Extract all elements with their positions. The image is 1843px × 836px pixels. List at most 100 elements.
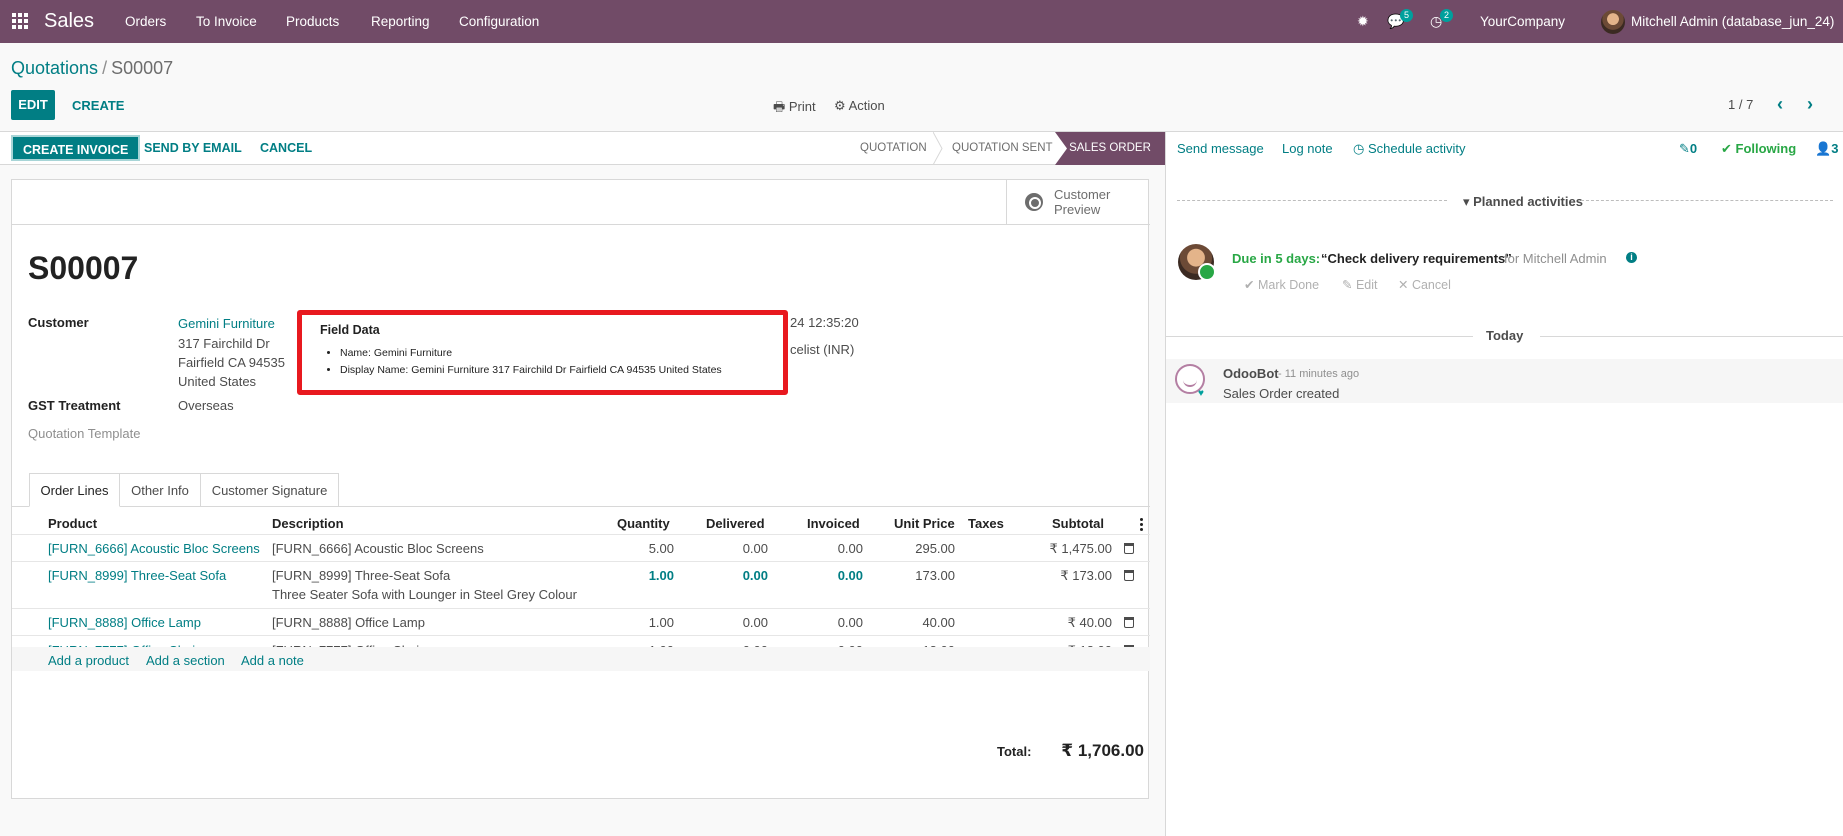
stage-sales-order: SALES ORDER [1055,132,1165,165]
user-menu[interactable]: Mitchell Admin (database_jun_24) [1631,14,1834,29]
col-description[interactable]: Description [272,516,344,531]
col-taxes[interactable]: Taxes [968,516,1004,531]
breadcrumb-separator: / [102,58,108,78]
breadcrumb-quotations[interactable]: Quotations [11,58,98,78]
menu-to-invoice[interactable]: To Invoice [196,14,257,29]
row-quantity[interactable]: 1.00 [602,568,674,583]
send-by-email-button[interactable]: SEND BY EMAIL [144,141,242,155]
app-grid-icon[interactable] [12,13,28,29]
add-note-link[interactable]: Add a note [241,653,304,668]
tab-other-info[interactable]: Other Info [119,473,201,507]
following-button[interactable]: ✔ Following [1721,141,1796,157]
stage-quotation-sent[interactable]: QUOTATION SENT [952,132,1053,165]
pricelist-value[interactable]: celist (INR) [790,342,854,357]
row-product[interactable]: [FURN_8999] Three-Seat Sofa [48,568,226,583]
tooltip-list: Name: Gemini Furniture Display Name: Gem… [340,345,722,379]
stage-separator [933,132,943,165]
menu-orders[interactable]: Orders [125,14,166,29]
trash-icon[interactable] [1124,570,1134,581]
customer-link[interactable]: Gemini Furniture [178,316,275,331]
action-button[interactable]: ⚙ Action [834,98,885,114]
row-product[interactable]: [FURN_6666] Acoustic Bloc Screens [48,541,260,556]
row-description[interactable]: [FURN_8888] Office Lamp [272,615,425,630]
form-view: CREATE INVOICE SEND BY EMAIL CANCEL QUOT… [0,132,1165,836]
customer-label: Customer [28,315,89,330]
pencil-icon: ✎ [1342,278,1356,292]
row-description-detail[interactable]: Three Seater Sofa with Lounger in Steel … [272,587,577,602]
edit-activity-label: Edit [1355,278,1378,292]
followers-button[interactable]: 👤3 [1815,141,1838,157]
today-divider-left [1166,336,1473,337]
pager-value[interactable]: 1 / 7 [1728,97,1753,112]
message-time: - 11 minutes ago [1278,368,1360,380]
planned-divider-right [1581,200,1833,201]
print-button[interactable]: 🖶 Print [773,98,816,120]
company-switcher[interactable]: YourCompany [1480,14,1565,29]
planned-activities-label: Planned activities [1473,194,1583,209]
edit-activity-button[interactable]: ✎ Edit [1342,277,1378,292]
row-delivered[interactable]: 0.00 [702,615,768,630]
customer-preview-button[interactable]: Customer Preview [1006,180,1149,224]
column-options-icon[interactable] [1140,518,1143,533]
row-subtotal: ₹ 40.00 [1067,615,1112,630]
pager-previous-icon[interactable]: ‹ [1777,94,1783,115]
attachments-button[interactable]: ✎0 [1679,141,1697,157]
row-description[interactable]: [FURN_8999] Three-Seat Sofa [272,568,450,583]
activity-due: Due in 5 days: [1232,251,1321,266]
print-label: Print [788,99,816,114]
add-section-link[interactable]: Add a section [146,653,225,668]
tab-order-lines[interactable]: Order Lines [29,473,120,507]
row-product[interactable]: [FURN_8888] Office Lamp [48,615,201,630]
cancel-activity-button[interactable]: ✕ Cancel [1398,277,1451,292]
caret-down-icon: ▾ [1463,194,1474,209]
customer-address-line3: United States [178,374,257,389]
row-quantity[interactable]: 5.00 [602,541,674,556]
col-product[interactable]: Product [48,516,97,531]
breadcrumb-current: S00007 [111,58,174,78]
planned-activities-toggle[interactable]: ▾ Planned activities [1463,194,1583,210]
app-name[interactable]: Sales [44,10,94,33]
trash-icon[interactable] [1124,617,1134,628]
schedule-activity-button[interactable]: ◷ Schedule activity [1353,141,1466,157]
col-subtotal[interactable]: Subtotal [1052,516,1104,531]
row-delivered[interactable]: 0.00 [702,541,768,556]
row-unit-price[interactable]: 40.00 [882,615,955,630]
send-message-button[interactable]: Send message [1177,141,1264,156]
menu-reporting[interactable]: Reporting [371,14,430,29]
row-unit-price[interactable]: 295.00 [882,541,955,556]
menu-products[interactable]: Products [286,14,339,29]
tab-customer-signature[interactable]: Customer Signature [200,473,339,507]
cancel-order-button[interactable]: CANCEL [260,141,312,155]
menu-configuration[interactable]: Configuration [459,14,539,29]
create-invoice-button[interactable]: CREATE INVOICE [11,135,141,161]
user-avatar[interactable] [1601,10,1625,34]
paperclip-icon: ✎ [1679,141,1690,156]
row-unit-price[interactable]: 173.00 [882,568,955,583]
info-icon[interactable]: i [1626,252,1637,263]
col-invoiced[interactable]: Invoiced [807,516,860,531]
row-description[interactable]: [FURN_6666] Acoustic Bloc Screens [272,541,484,556]
add-product-link[interactable]: Add a product [48,653,129,668]
col-quantity[interactable]: Quantity [617,516,670,531]
create-button[interactable]: CREATE [72,98,124,113]
form-statusbar: CREATE INVOICE SEND BY EMAIL CANCEL QUOT… [0,132,1165,165]
order-name: S00007 [28,250,139,286]
pager-next-icon[interactable]: › [1807,94,1813,115]
row-invoiced[interactable]: 0.00 [797,568,863,583]
main-navbar: Sales Orders To Invoice Products Reporti… [0,0,1843,43]
log-note-button[interactable]: Log note [1282,141,1333,156]
row-delivered[interactable]: 0.00 [702,568,768,583]
col-delivered[interactable]: Delivered [706,516,765,531]
row-quantity[interactable]: 1.00 [602,615,674,630]
mark-done-button[interactable]: ✔ Mark Done [1244,277,1319,292]
stage-quotation[interactable]: QUOTATION [860,132,927,165]
message-author[interactable]: OdooBot [1223,366,1279,381]
row-invoiced[interactable]: 0.00 [797,615,863,630]
bug-icon[interactable]: ✹ [1357,13,1369,30]
trash-icon[interactable] [1124,543,1134,554]
today-divider-right [1540,336,1843,337]
col-unit-price[interactable]: Unit Price [894,516,955,531]
edit-button[interactable]: EDIT [11,90,55,120]
row-invoiced[interactable]: 0.00 [797,541,863,556]
followers-count: 3 [1831,141,1839,156]
